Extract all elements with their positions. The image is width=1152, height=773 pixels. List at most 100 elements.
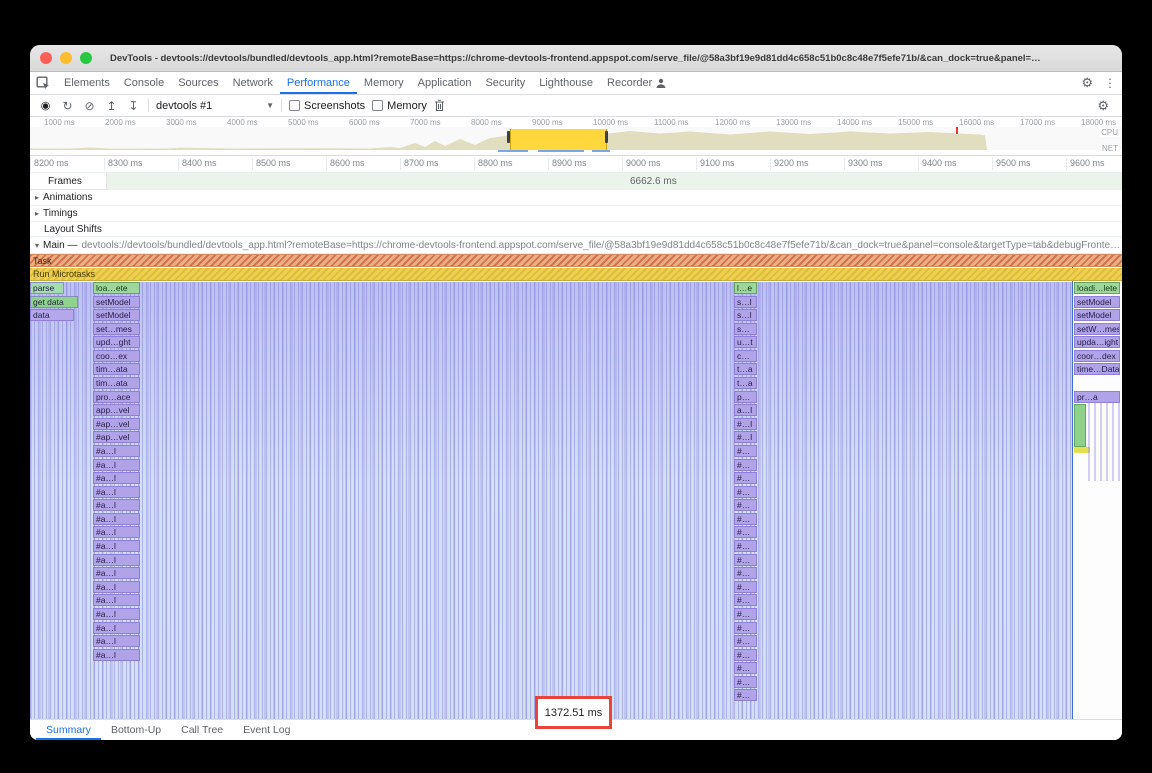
flame-event-bar[interactable]: #… (734, 513, 757, 525)
detail-tab[interactable]: Bottom-Up (101, 720, 171, 740)
inspect-element-icon[interactable] (30, 72, 57, 94)
flame-event-bar[interactable]: #a…l (93, 554, 140, 566)
flame-event-bar[interactable]: #…l (734, 431, 757, 443)
capture-settings-gear-icon[interactable]: ⚙ (1092, 98, 1114, 114)
disclosure-triangle-icon[interactable]: ▾ (35, 241, 39, 250)
task-bar[interactable]: Task (30, 254, 1122, 267)
flame-event-bar[interactable]: #… (734, 472, 757, 484)
flame-event-bar[interactable]: #… (734, 649, 757, 661)
clear-recording-button[interactable]: ⊘ (82, 97, 97, 115)
timings-track-header[interactable]: ▸ Timings (30, 206, 1122, 222)
flame-event-bar[interactable]: coor…dex (1074, 350, 1120, 362)
detail-tab[interactable]: Summary (36, 720, 101, 740)
flame-event-bar[interactable]: #a…l (93, 499, 140, 511)
screenshots-checkbox[interactable] (289, 100, 300, 111)
flame-event-bar[interactable]: #a…l (93, 540, 140, 552)
flame-event-bar[interactable]: upda…ight (1074, 336, 1120, 348)
run-microtasks-bar[interactable]: Run Microtasks (30, 268, 1122, 281)
flame-event-bar[interactable]: upd…ght (93, 336, 140, 348)
flame-event-bar[interactable]: pr…a (1074, 391, 1120, 403)
memory-checkbox[interactable] (372, 100, 383, 111)
reload-and-record-button[interactable]: ↻ (60, 97, 75, 115)
flame-event-bar[interactable]: #a…l (93, 649, 140, 661)
flame-event-bar[interactable]: data (30, 309, 74, 321)
frames-track-label[interactable]: Frames (30, 173, 107, 190)
panel-tab[interactable]: Lighthouse (532, 72, 600, 94)
panel-tab[interactable]: Sources (171, 72, 225, 94)
flame-event-bar[interactable]: loadi…lete (1074, 282, 1120, 294)
target-select[interactable]: devtools #1 ▼ (156, 100, 274, 112)
flame-event-bar[interactable]: app…vel (93, 404, 140, 416)
flame-event-bar[interactable]: coo…ex (93, 350, 140, 362)
detail-tab[interactable]: Event Log (233, 720, 300, 740)
selection-left-handle[interactable] (507, 131, 510, 143)
disclosure-triangle-icon[interactable]: ▸ (35, 193, 39, 202)
panel-tab[interactable]: Performance (280, 72, 357, 94)
flame-event-bar[interactable]: s…l (734, 296, 757, 308)
close-window-button[interactable] (40, 52, 52, 64)
overview-selection-window[interactable] (510, 129, 607, 150)
flame-event-bar[interactable]: setW…mes (1074, 323, 1120, 335)
animations-track-header[interactable]: ▸ Animations (30, 190, 1122, 206)
flame-event-bar[interactable]: #… (734, 676, 757, 688)
garbage-collect-icon[interactable] (434, 99, 445, 112)
flame-event-bar[interactable]: #a…l (93, 567, 140, 579)
flame-event-bar[interactable]: #a…l (93, 581, 140, 593)
flame-event-bar[interactable]: #… (734, 567, 757, 579)
record-button[interactable]: ◉ (38, 97, 53, 115)
settings-gear-icon[interactable]: ⚙ (1076, 72, 1098, 94)
flame-event-bar[interactable]: set…mes (93, 323, 140, 335)
flame-event-bar[interactable]: loa…ete (93, 282, 140, 294)
main-track-header[interactable]: ▾ Main — devtools://devtools/bundled/dev… (30, 237, 1122, 254)
flame-event-bar[interactable]: s… (734, 323, 757, 335)
memory-toggle[interactable]: Memory (372, 100, 427, 112)
minimize-window-button[interactable] (60, 52, 72, 64)
flame-event-bar[interactable]: pro…ace (93, 391, 140, 403)
flame-event-bar[interactable]: #a…l (93, 459, 140, 471)
flame-event-bar[interactable]: setModel (1074, 309, 1120, 321)
panel-tab[interactable]: Security (478, 72, 532, 94)
panel-tab[interactable]: Elements (57, 72, 117, 94)
flame-event-bar[interactable]: s…l (734, 309, 757, 321)
flame-event-bar[interactable]: #a…l (93, 594, 140, 606)
panel-tab[interactable]: Application (411, 72, 479, 94)
panel-tab[interactable]: Console (117, 72, 171, 94)
detail-tab[interactable]: Call Tree (171, 720, 233, 740)
flame-event-bar[interactable]: #… (734, 499, 757, 511)
flame-event-bar[interactable]: #ap…vel (93, 418, 140, 430)
flame-event-bar[interactable]: a…l (734, 404, 757, 416)
flame-event-bar[interactable]: #… (734, 445, 757, 457)
flame-event-bar[interactable]: #… (734, 689, 757, 701)
flame-event-bar[interactable]: setModel (1074, 296, 1120, 308)
more-options-icon[interactable]: ⋮ (1098, 72, 1122, 94)
disclosure-triangle-icon[interactable]: ▸ (35, 209, 39, 218)
flame-event-bar[interactable]: #… (734, 622, 757, 634)
panel-tab[interactable]: Memory (357, 72, 411, 94)
flame-event-bar[interactable]: #… (734, 608, 757, 620)
flame-event-bar[interactable]: #a…l (93, 445, 140, 457)
flame-event-bar[interactable]: #…l (734, 418, 757, 430)
flame-event-bar[interactable]: #a…l (93, 513, 140, 525)
layout-shifts-track-header[interactable]: Layout Shifts (30, 222, 1122, 237)
flame-event-bar[interactable]: #… (734, 526, 757, 538)
flame-event-bar[interactable]: #… (734, 662, 757, 674)
flame-event-bar[interactable]: #… (734, 459, 757, 471)
flame-event-bar[interactable]: setModel (93, 309, 140, 321)
flame-event-bar[interactable]: u…t (734, 336, 757, 348)
flame-event-bar[interactable]: parse (30, 282, 64, 294)
panel-tab[interactable]: Recorder (600, 72, 659, 94)
flame-event-bar[interactable]: #a…l (93, 608, 140, 620)
flame-event-bar[interactable]: #… (734, 635, 757, 647)
flame-event-bar[interactable]: p… (734, 391, 757, 403)
screenshots-toggle[interactable]: Screenshots (289, 100, 365, 112)
zoom-window-button[interactable] (80, 52, 92, 64)
load-profile-button[interactable]: ↥ (104, 97, 119, 115)
flame-event-bar[interactable]: setModel (93, 296, 140, 308)
flame-event-bar[interactable]: #a…l (93, 622, 140, 634)
flame-event-bar[interactable]: c… (734, 350, 757, 362)
flame-event-bar[interactable]: tim…ata (93, 377, 140, 389)
flame-event-bar[interactable]: time…Data (1074, 363, 1120, 375)
flame-event-bar[interactable]: t…a (734, 377, 757, 389)
flame-event-bar[interactable]: #… (734, 581, 757, 593)
panel-tab[interactable]: Network (226, 72, 280, 94)
